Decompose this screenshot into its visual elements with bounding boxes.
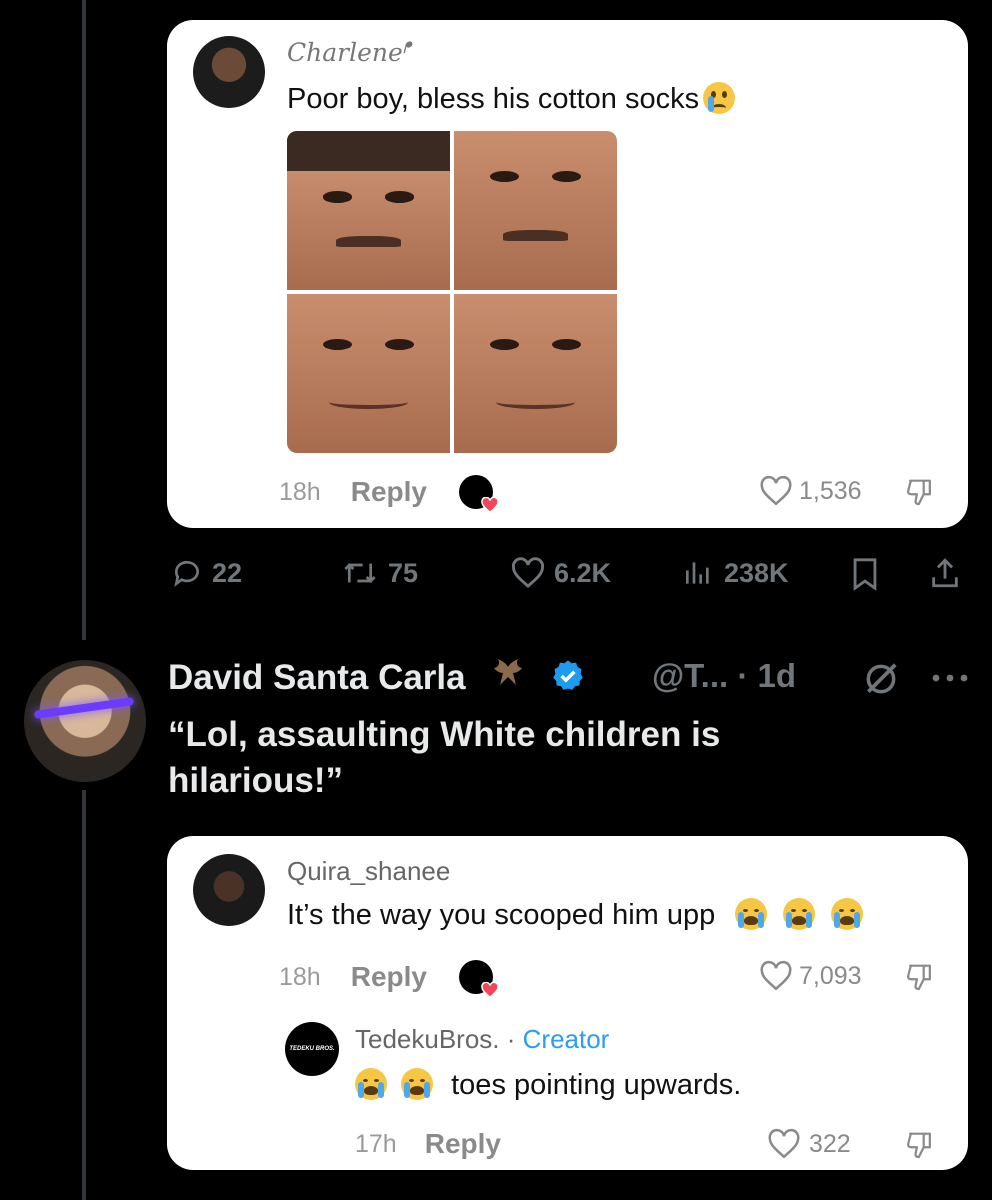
dislike-icon[interactable]: [905, 477, 935, 509]
bat-icon: [494, 659, 523, 685]
reply-icon: [174, 560, 199, 587]
comment-time: 18h: [279, 477, 321, 506]
image-grid[interactable]: [287, 131, 617, 453]
creator-avatar[interactable]: TEDEKU BROS.: [285, 1022, 339, 1076]
creator-reply-meta: 17h Reply: [355, 1128, 501, 1160]
sob-emoji-icon: [831, 898, 864, 930]
grid-image-4[interactable]: [454, 294, 617, 453]
heart-icon: [481, 497, 499, 513]
heart-icon[interactable]: [767, 1128, 801, 1160]
creator-label: Creator: [522, 1024, 610, 1054]
creator-liked-badge: [458, 475, 499, 513]
grid-image-2[interactable]: [454, 131, 617, 290]
embedded-comment-card: Quira_shanee It’s the way you scooped hi…: [167, 836, 968, 1170]
crying-emoji-icon: [703, 82, 736, 114]
views-count: 238K: [724, 557, 789, 588]
thread-line-top: [82, 0, 86, 640]
creator-reply-text: toes pointing upwards.: [355, 1068, 741, 1102]
name-separator: ·: [499, 1024, 523, 1054]
sob-emoji-icon: [735, 898, 768, 930]
bookmark-icon[interactable]: [850, 557, 880, 591]
embedded-comment-card: Charleneᖰ Poor boy, bless his cotton soc…: [167, 20, 968, 528]
display-name: David Santa Carla: [168, 658, 466, 697]
comment-text-body: It’s the way you scooped him upp: [287, 899, 716, 931]
reply-stat[interactable]: 22: [170, 557, 242, 589]
like-count: 7,093: [799, 961, 862, 990]
sob-emoji-icon: [355, 1068, 387, 1100]
author-name[interactable]: David Santa Carla: [168, 655, 585, 698]
reply-button[interactable]: Reply: [351, 476, 427, 508]
comment-meta: 18h Reply: [279, 475, 499, 513]
verified-icon: [553, 660, 583, 690]
reply-button[interactable]: Reply: [425, 1128, 501, 1160]
grid-image-3[interactable]: [287, 294, 450, 453]
comment-text-body: Poor boy, bless his cotton socks: [287, 83, 700, 115]
avatar[interactable]: [193, 36, 265, 108]
creator-username: TedekuBros.: [355, 1024, 500, 1054]
avatar[interactable]: [193, 854, 265, 926]
repost-count: 75: [388, 557, 419, 588]
sob-emoji-icon: [783, 898, 816, 930]
like-count: 6.2K: [554, 557, 612, 588]
username-decoration: ᖰ: [402, 38, 412, 57]
repost-icon: [344, 563, 376, 583]
laser-eyes-glow: [33, 697, 135, 719]
comment-text: Poor boy, bless his cotton socks: [287, 82, 736, 116]
reply-count: 22: [212, 557, 243, 588]
dislike-icon[interactable]: [905, 962, 935, 994]
views-stat[interactable]: 238K: [680, 557, 789, 589]
comment-time: 18h: [279, 962, 321, 991]
heart-icon: [511, 557, 545, 589]
views-icon: [686, 562, 709, 584]
heart-icon[interactable]: [759, 960, 793, 992]
thread-line-bottom: [82, 790, 86, 1200]
like-count: 322: [809, 1129, 851, 1158]
creator-liked-badge: [458, 960, 499, 998]
grid-image-1[interactable]: [287, 131, 450, 290]
comment-text: It’s the way you scooped him upp: [287, 898, 864, 932]
reply-button[interactable]: Reply: [351, 961, 427, 993]
sob-emoji-icon: [401, 1068, 434, 1100]
commenter-username: Charlene: [287, 38, 403, 67]
like-stat[interactable]: 6.2K: [510, 557, 611, 589]
tweet-text: “Lol, assaulting White children is hilar…: [168, 715, 721, 800]
avatar[interactable]: [24, 660, 146, 782]
heart-icon[interactable]: [759, 475, 793, 507]
like-control[interactable]: 7,093: [759, 960, 862, 992]
more-icon[interactable]: [930, 672, 970, 684]
share-icon[interactable]: [928, 555, 962, 591]
creator-name-row: TedekuBros. · Creator: [355, 1024, 609, 1055]
creator-reply-body: toes pointing upwards.: [451, 1069, 742, 1101]
comment-meta: 18h Reply: [279, 960, 499, 998]
like-control[interactable]: 322: [767, 1128, 851, 1160]
like-control[interactable]: 1,536: [759, 475, 862, 507]
author-handle-time[interactable]: @T... · 1d: [652, 657, 796, 695]
dislike-icon[interactable]: [905, 1130, 935, 1162]
creator-avatar-text: TEDEKU BROS.: [289, 1046, 335, 1052]
like-count: 1,536: [799, 476, 862, 505]
heart-icon: [481, 982, 499, 998]
commenter-username: Quira_shanee: [287, 856, 451, 886]
repost-stat[interactable]: 75: [340, 557, 418, 589]
commenter-name: Charleneᖰ: [287, 38, 411, 67]
creator-reply-time: 17h: [355, 1129, 397, 1158]
grok-icon[interactable]: [862, 660, 900, 698]
